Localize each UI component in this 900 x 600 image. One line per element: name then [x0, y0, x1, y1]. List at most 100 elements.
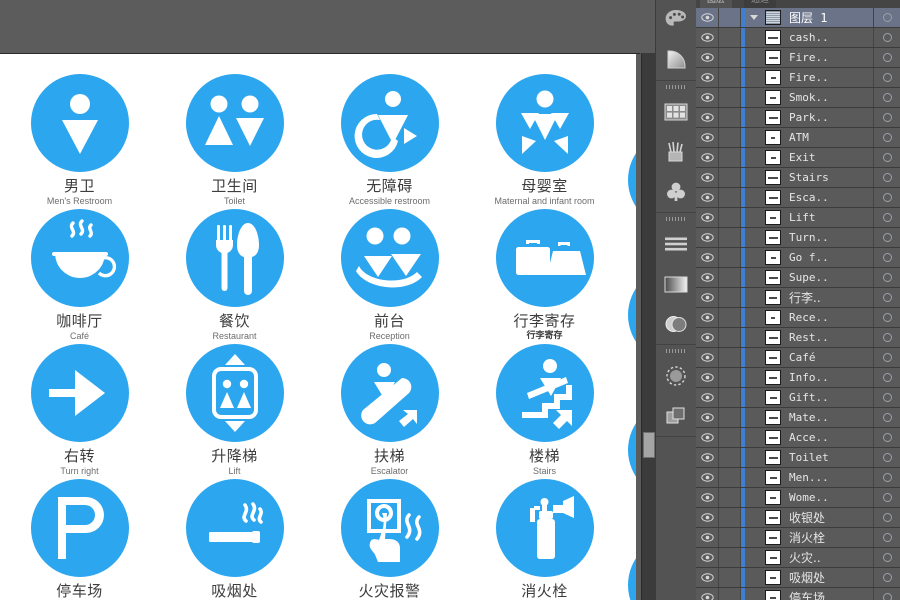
layer-lock-indicator[interactable]	[873, 188, 900, 207]
tab-channels[interactable]: 通道	[744, 0, 776, 8]
icon-cell[interactable]: 吸烟处Smoking	[157, 479, 312, 600]
layer-lock-indicator[interactable]	[873, 428, 900, 447]
layer-link-cell[interactable]	[719, 568, 741, 587]
table-row[interactable]: Go f..	[696, 248, 900, 268]
lift-icon[interactable]	[186, 344, 284, 442]
layer-lock-indicator[interactable]	[873, 328, 900, 347]
icon-cell[interactable]: 餐饮 Restaurant	[157, 209, 312, 344]
eye-visibility-icon[interactable]	[696, 428, 719, 447]
layer-link-cell[interactable]	[719, 168, 741, 187]
table-row[interactable]: 行李..	[696, 288, 900, 308]
layer-link-cell[interactable]	[719, 8, 741, 27]
layer-name[interactable]: ATM	[783, 131, 873, 144]
layer-lock-indicator[interactable]	[873, 228, 900, 247]
brushes-jar-icon[interactable]	[656, 132, 696, 172]
paragraph-lines-icon[interactable]	[656, 224, 696, 264]
layer-link-cell[interactable]	[719, 248, 741, 267]
icon-cell[interactable]: 咖啡厅 Café	[2, 209, 157, 344]
layer-link-cell[interactable]	[719, 288, 741, 307]
eye-visibility-icon[interactable]	[696, 308, 719, 327]
smoking-area-icon[interactable]	[186, 479, 284, 577]
layer-name[interactable]: 收银处	[783, 509, 873, 526]
layer-name[interactable]: Stairs	[783, 171, 873, 184]
icon-cell[interactable]: 右转 Turn right	[2, 344, 157, 479]
icon-cell[interactable]: 前台 Reception	[312, 209, 467, 344]
cafe-icon[interactable]	[31, 209, 129, 307]
layer-link-cell[interactable]	[719, 428, 741, 447]
icon-cell[interactable]: 无障碍 Accessible restroom	[312, 74, 467, 209]
scrollbar-thumb[interactable]	[643, 432, 655, 458]
layer-lock-indicator[interactable]	[873, 528, 900, 547]
restaurant-icon[interactable]	[186, 209, 284, 307]
icon-cell[interactable]: 男卫 Men's Restroom	[2, 74, 157, 209]
table-row[interactable]: Rece..	[696, 308, 900, 328]
canvas-vertical-scrollbar[interactable]	[641, 0, 657, 600]
layer-link-cell[interactable]	[719, 148, 741, 167]
eye-visibility-icon[interactable]	[696, 348, 719, 367]
layer-link-cell[interactable]	[719, 588, 741, 600]
table-row[interactable]: 收银处	[696, 508, 900, 528]
eye-visibility-icon[interactable]	[696, 408, 719, 427]
layer-name[interactable]: Café	[783, 351, 873, 364]
table-row[interactable]: Gift..	[696, 388, 900, 408]
layer-link-cell[interactable]	[719, 448, 741, 467]
eye-visibility-icon[interactable]	[696, 188, 719, 207]
table-row[interactable]: Lift	[696, 208, 900, 228]
layer-lock-indicator[interactable]	[873, 208, 900, 227]
eye-visibility-icon[interactable]	[696, 388, 719, 407]
dashed-circle-icon[interactable]	[656, 356, 696, 396]
layer-name[interactable]: Men...	[783, 471, 873, 484]
panel-tab-strip[interactable]: 图层 通道	[696, 0, 900, 8]
panel-drag-handle[interactable]	[656, 81, 696, 92]
gradient-bar-icon[interactable]	[656, 264, 696, 304]
mens-restroom-icon[interactable]	[31, 74, 129, 172]
layer-name[interactable]: Park..	[783, 111, 873, 124]
canvas-area[interactable]: 男卫 Men's Restroom 卫生间 Toilet 无障碍 Accessible…	[0, 0, 640, 600]
layers-panel[interactable]: 图层 通道 图层 1 cash.. Fire.. Fire.. Smok.. Park..…	[696, 0, 900, 600]
layer-name[interactable]: Fire..	[783, 51, 873, 64]
icon-cell[interactable]: 火灾报警Fire alarm	[312, 479, 467, 600]
palette-icon[interactable]	[656, 0, 696, 40]
layer-name[interactable]: Rest..	[783, 331, 873, 344]
table-row[interactable]: 消火栓	[696, 528, 900, 548]
layer-link-cell[interactable]	[719, 308, 741, 327]
layer-name[interactable]: Go f..	[783, 251, 873, 264]
layer-styles-icon[interactable]	[656, 304, 696, 344]
table-row[interactable]: Turn..	[696, 228, 900, 248]
layer-lock-indicator[interactable]	[873, 288, 900, 307]
layer-lock-indicator[interactable]	[873, 588, 900, 600]
icon-cell[interactable]: 升降梯 Lift	[157, 344, 312, 479]
eye-visibility-icon[interactable]	[696, 368, 719, 387]
table-row[interactable]: 吸烟处	[696, 568, 900, 588]
table-row[interactable]: cash..	[696, 28, 900, 48]
toilet-icon[interactable]	[186, 74, 284, 172]
table-row[interactable]: Smok..	[696, 88, 900, 108]
layer-lock-indicator[interactable]	[873, 8, 900, 27]
layer-link-cell[interactable]	[719, 468, 741, 487]
eye-visibility-icon[interactable]	[696, 48, 719, 67]
layer-link-cell[interactable]	[719, 548, 741, 567]
parking-icon[interactable]	[31, 479, 129, 577]
layer-lock-indicator[interactable]	[873, 408, 900, 427]
eye-visibility-icon[interactable]	[696, 488, 719, 507]
table-row[interactable]: Fire..	[696, 68, 900, 88]
layer-name[interactable]: Smok..	[783, 91, 873, 104]
eye-visibility-icon[interactable]	[696, 448, 719, 467]
table-row[interactable]: Fire..	[696, 48, 900, 68]
layer-name[interactable]: Turn..	[783, 231, 873, 244]
table-row[interactable]: Info..	[696, 368, 900, 388]
panel-icon-rail[interactable]	[656, 0, 697, 600]
eye-visibility-icon[interactable]	[696, 588, 719, 600]
layer-name[interactable]: Supe..	[783, 271, 873, 284]
layer-link-cell[interactable]	[719, 188, 741, 207]
eye-visibility-icon[interactable]	[696, 88, 719, 107]
luggage-storage-icon[interactable]	[496, 209, 594, 307]
layer-name[interactable]: 行李..	[783, 289, 873, 306]
layer-link-cell[interactable]	[719, 348, 741, 367]
layer-link-cell[interactable]	[719, 528, 741, 547]
layer-link-cell[interactable]	[719, 228, 741, 247]
layer-name[interactable]: Exit	[783, 151, 873, 164]
layer-link-cell[interactable]	[719, 88, 741, 107]
layer-lock-indicator[interactable]	[873, 508, 900, 527]
layer-name[interactable]: 火灾..	[783, 549, 873, 566]
